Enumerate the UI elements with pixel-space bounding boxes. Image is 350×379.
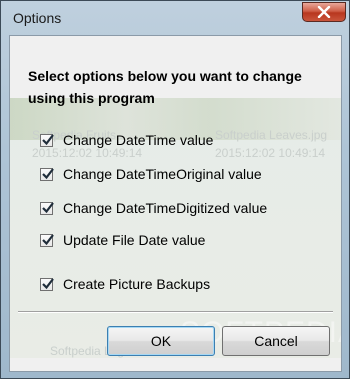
title-bar[interactable]: Options: [1, 1, 349, 35]
ok-button[interactable]: OK: [107, 326, 215, 356]
checkbox[interactable]: [40, 277, 54, 291]
option-label: Change DateTimeDigitized value: [63, 200, 268, 216]
dialog-content: Softpedia Fruits... Softpedia Leaves.jpg…: [9, 35, 342, 372]
checkbox[interactable]: [40, 167, 54, 181]
close-button[interactable]: [302, 2, 346, 22]
option-label: Change DateTimeOriginal value: [63, 166, 262, 182]
option-label: Update File Date value: [63, 232, 206, 248]
checkmark-icon: [42, 167, 54, 179]
checkmark-icon: [42, 277, 54, 289]
option-update-file-date[interactable]: Update File Date value: [40, 231, 205, 249]
close-icon: [317, 6, 331, 18]
checkbox[interactable]: [40, 201, 54, 215]
option-label: Change DateTime value: [63, 132, 214, 148]
option-create-picture-backups[interactable]: Create Picture Backups: [40, 275, 210, 293]
option-change-datetime[interactable]: Change DateTime value: [40, 131, 213, 149]
checkmark-icon: [42, 133, 54, 145]
checkbox[interactable]: [40, 233, 54, 247]
dialog-heading: Select options below you want to change …: [28, 68, 302, 106]
checkmark-icon: [42, 201, 54, 213]
options-dialog: Options Softpedia Fruits... Softpedia Le…: [0, 0, 350, 379]
background-file-date: 2015:12:02 10:49:14: [215, 146, 326, 160]
checkbox[interactable]: [40, 133, 54, 147]
cancel-button[interactable]: Cancel: [222, 326, 330, 356]
checkmark-icon: [42, 233, 54, 245]
separator: [18, 311, 333, 313]
option-label: Create Picture Backups: [63, 276, 211, 292]
option-change-datetimeoriginal[interactable]: Change DateTimeOriginal value: [40, 165, 262, 183]
window-title: Options: [13, 10, 62, 26]
option-change-datetimedigitized[interactable]: Change DateTimeDigitized value: [40, 199, 267, 217]
background-file-name: Softpedia Leaves.jpg: [215, 128, 328, 142]
